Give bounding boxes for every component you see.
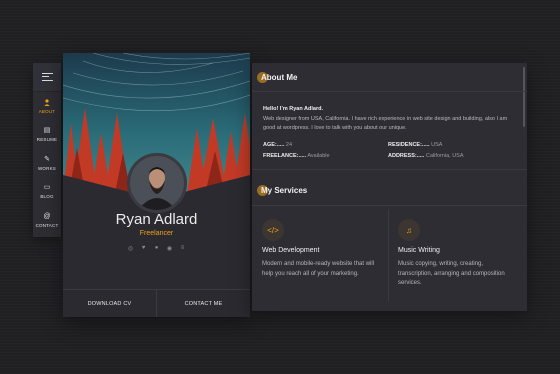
field-freelance-key: FREELANCE:..... [263,153,307,159]
pencil-icon: ✎ [44,155,50,163]
service-title: Web Development [262,247,320,254]
field-address-value: California, USA [425,153,464,159]
nav-item-about[interactable]: ABOUT [33,92,61,121]
field-residence: RESIDENCE:..... USA [388,142,442,148]
about-section-title: About Me [257,72,298,83]
nav-label-resume: RESUME [36,137,58,143]
dribbble-icon[interactable]: ◎ [127,245,134,252]
field-freelance: FREELANCE:..... Available [263,153,330,159]
profile-name: Ryan Adlard [115,211,198,228]
divider [252,205,527,206]
nav-label-works: WORKS [37,165,56,171]
twitter-icon[interactable]: ♥ [140,245,147,252]
github-icon[interactable]: ● [153,245,160,252]
about-greeting: Hello! I’m Ryan Adlard. [263,106,324,112]
service-description: Modern and mobile-ready website that wil… [262,261,375,277]
service-title: Music Writing [398,247,440,254]
stackoverflow-icon[interactable]: ≡ [179,245,186,252]
service-card-music-writing: ♫ Music Writing Music copying, writing, … [388,209,516,294]
nav-item-resume[interactable]: ▤ RESUME [33,121,61,150]
nav-label-contact: CONTACT [35,222,59,228]
field-residence-key: RESIDENCE:..... [388,142,430,148]
nav-label-about: ABOUT [38,108,56,114]
profile-card: Ryan Adlard Freelancer ◎ ♥ ● ◉ ≡ DOWNLOA… [63,53,250,317]
menu-button[interactable] [33,63,61,92]
avatar [127,153,187,213]
chat-icon: ▭ [43,184,51,192]
nav-item-works[interactable]: ✎ WORKS [33,149,61,178]
nav-item-blog[interactable]: ▭ BLOG [33,178,61,207]
side-navigation: ABOUT ▤ RESUME ✎ WORKS ▭ BLOG @ CONTACT [33,63,61,237]
service-card-web-development: </> Web Development Modern and mobile-re… [252,209,380,294]
spotify-icon[interactable]: ◉ [166,245,173,252]
scrollbar[interactable] [523,67,525,127]
profile-role: Freelancer [139,230,174,237]
services-title-text: My Services [261,186,308,195]
service-description: Music copying, writing, creating, transc… [398,261,505,286]
content-panel: About Me Hello! I’m Ryan Adlard. Web des… [252,63,527,311]
field-residence-value: USA [431,142,443,148]
field-age: AGE:..... 24 [263,142,292,148]
contact-me-button[interactable]: CONTACT ME [157,290,250,317]
field-age-key: AGE:..... [263,142,285,148]
card-actions: DOWNLOAD CV CONTACT ME [63,289,250,317]
resume-icon: ▤ [43,127,51,135]
download-cv-button[interactable]: DOWNLOAD CV [63,290,157,317]
social-links: ◎ ♥ ● ◉ ≡ [63,245,250,252]
field-age-value: 24 [285,142,293,148]
code-icon: </> [262,219,284,241]
about-title-text: About Me [261,73,298,82]
divider [252,91,527,92]
person-icon [44,99,50,107]
hamburger-icon [41,73,53,81]
nav-label-blog: BLOG [40,194,54,200]
field-address: ADDRESS:..... California, USA [388,153,464,159]
nav-item-contact[interactable]: @ CONTACT [33,206,61,235]
about-bio: Web designer from USA, California. I hav… [263,116,508,131]
at-icon: @ [43,212,51,220]
music-icon: ♫ [398,219,420,241]
services-section-title: My Services [257,185,308,196]
divider [252,169,527,170]
field-address-key: ADDRESS:..... [388,153,425,159]
field-freelance-value: Available [307,153,330,159]
